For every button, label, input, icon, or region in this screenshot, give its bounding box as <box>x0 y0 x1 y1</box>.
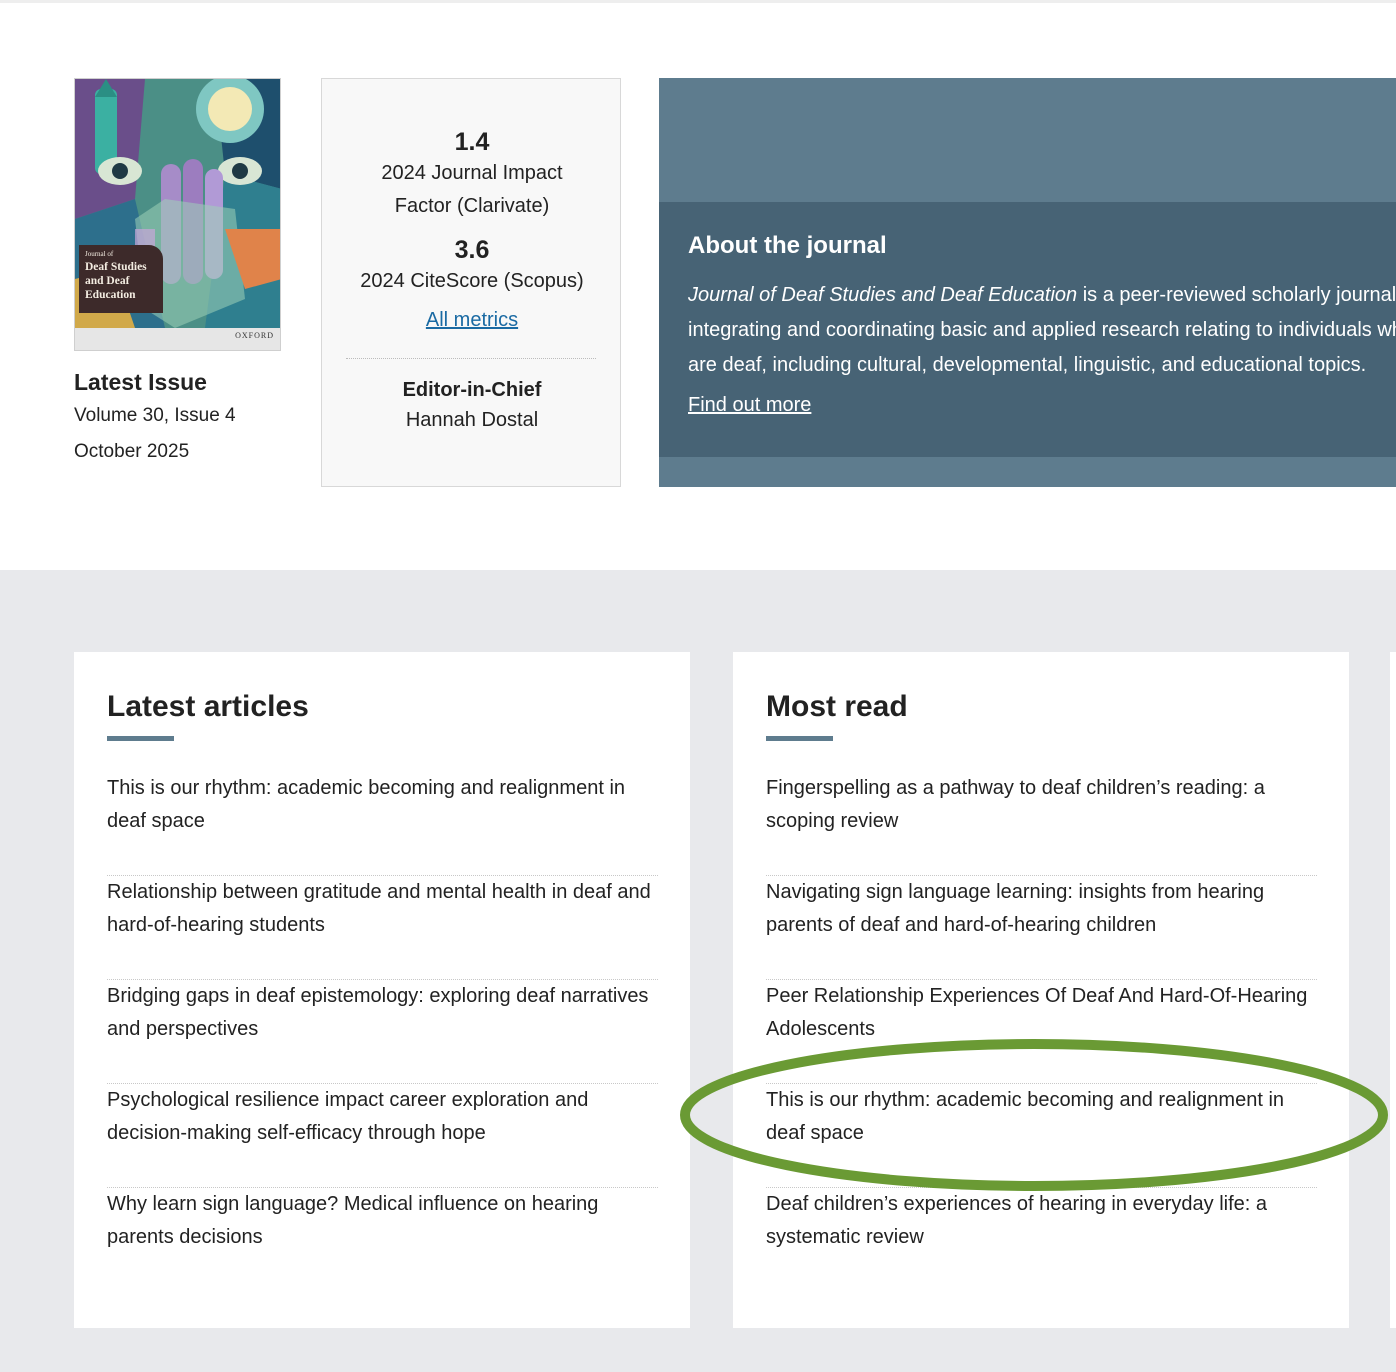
list-item: Psychological resilience impact career e… <box>107 1084 658 1188</box>
most-read-underline <box>766 736 833 741</box>
journal-cover[interactable]: Journal of Deaf Studies and Deaf Educati… <box>74 78 281 351</box>
latest-issue-date: October 2025 <box>74 441 190 462</box>
list-item: This is our rhythm: academic becoming an… <box>107 772 658 876</box>
most-read-link-4[interactable]: This is our rhythm: academic becoming an… <box>766 1084 1317 1150</box>
citescore-value: 3.6 <box>454 236 490 264</box>
latest-article-link-5[interactable]: Why learn sign language? Medical influen… <box>107 1188 658 1254</box>
most-read-link-1[interactable]: Fingerspelling as a pathway to deaf chil… <box>766 772 1317 838</box>
cover-journal-title: Deaf Studies and Deaf Education <box>85 261 147 301</box>
latest-article-link-3[interactable]: Bridging gaps in deaf epistemology: expl… <box>107 980 658 1046</box>
next-card-edge <box>1390 652 1396 1328</box>
list-item: Why learn sign language? Medical influen… <box>107 1188 658 1292</box>
editor-in-chief-name: Hannah Dostal <box>405 409 539 431</box>
top-divider <box>0 0 1396 3</box>
list-item: Bridging gaps in deaf epistemology: expl… <box>107 980 658 1084</box>
list-item: Peer Relationship Experiences Of Deaf An… <box>766 980 1317 1084</box>
citescore-label: 2024 CiteScore (Scopus) <box>360 270 584 292</box>
most-read-link-5[interactable]: Deaf children’s experiences of hearing i… <box>766 1188 1317 1254</box>
list-item: Deaf children’s experiences of hearing i… <box>766 1188 1317 1292</box>
editor-in-chief-label: Editor-in-Chief <box>402 379 542 401</box>
most-read-card: Most read Fingerspelling as a pathway to… <box>733 652 1349 1328</box>
latest-articles-title: Latest articles <box>107 690 309 723</box>
list-item: Fingerspelling as a pathway to deaf chil… <box>766 772 1317 876</box>
cover-title-plate: Journal of Deaf Studies and Deaf Educati… <box>79 245 163 313</box>
latest-issue-block: Latest Issue Volume 30, Issue 4 October … <box>74 366 304 470</box>
list-item: Navigating sign language learning: insig… <box>766 876 1317 980</box>
latest-article-link-4[interactable]: Psychological resilience impact career e… <box>107 1084 658 1150</box>
metrics-box: 1.4 2024 Journal Impact Factor (Clarivat… <box>321 78 621 487</box>
metrics-divider <box>346 358 596 359</box>
latest-article-link-2[interactable]: Relationship between gratitude and menta… <box>107 876 658 942</box>
most-read-link-2[interactable]: Navigating sign language learning: insig… <box>766 876 1317 942</box>
about-journal-name: Journal of Deaf Studies and Deaf Educati… <box>688 284 1078 306</box>
latest-issue-volume: Volume 30, Issue 4 <box>74 405 236 426</box>
list-item: This is our rhythm: academic becoming an… <box>766 1084 1317 1188</box>
publisher-logo: OXFORD <box>235 331 274 340</box>
find-out-more-link[interactable]: Find out more <box>688 394 811 417</box>
cover-footer: OXFORD <box>75 328 280 350</box>
impact-factor-value: 1.4 <box>454 128 490 156</box>
latest-articles-card: Latest articles This is our rhythm: acad… <box>74 652 690 1328</box>
most-read-title: Most read <box>766 690 908 723</box>
latest-articles-list: This is our rhythm: academic becoming an… <box>107 772 658 1292</box>
cover-journal-prefix: Journal of <box>85 250 114 258</box>
most-read-link-3[interactable]: Peer Relationship Experiences Of Deaf An… <box>766 980 1317 1046</box>
about-journal-heading: About the journal <box>688 232 887 259</box>
all-metrics-link[interactable]: All metrics <box>426 309 518 331</box>
most-read-list: Fingerspelling as a pathway to deaf chil… <box>766 772 1317 1292</box>
about-journal-panel: About the journal Journal of Deaf Studie… <box>659 202 1396 457</box>
latest-article-link-1[interactable]: This is our rhythm: academic becoming an… <box>107 772 658 838</box>
latest-articles-underline <box>107 736 174 741</box>
latest-issue-heading[interactable]: Latest Issue <box>74 366 304 398</box>
about-journal-description: Journal of Deaf Studies and Deaf Educati… <box>688 278 1396 383</box>
impact-factor-label: 2024 Journal Impact Factor (Clarivate) <box>381 162 563 217</box>
list-item: Relationship between gratitude and menta… <box>107 876 658 980</box>
